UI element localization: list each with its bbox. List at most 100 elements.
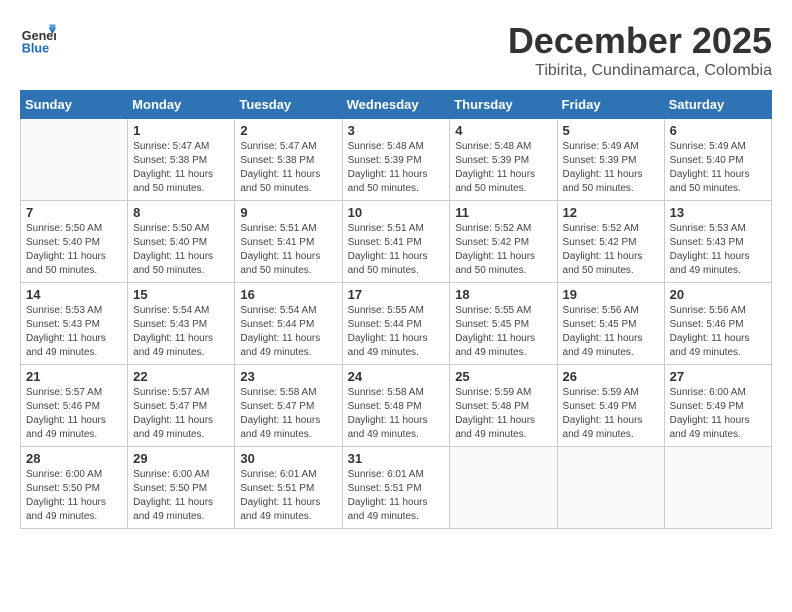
day-info: Sunrise: 5:50 AM Sunset: 5:40 PM Dayligh… xyxy=(133,222,229,278)
day-number: 16 xyxy=(240,287,336,302)
day-number: 4 xyxy=(455,123,551,138)
calendar-cell: 13Sunrise: 5:53 AM Sunset: 5:43 PM Dayli… xyxy=(664,201,771,283)
day-number: 14 xyxy=(26,287,122,302)
calendar-week-5: 28 Sunrise: 6:00 AM Sunset: 5:50 PM Dayli… xyxy=(21,447,772,529)
calendar-cell: 2 Sunrise: 5:47 AM Sunset: 5:38 PM Daylig… xyxy=(235,119,342,201)
calendar-cell: 3 Sunrise: 5:48 AM Sunset: 5:39 PM Daylig… xyxy=(342,119,450,201)
day-number: 19 xyxy=(563,287,659,302)
day-info: Sunrise: 5:58 AM Sunset: 5:48 PM Dayligh… xyxy=(348,386,445,442)
day-number: 25 xyxy=(455,369,551,384)
weekday-header-monday: Monday xyxy=(128,91,235,119)
weekday-header-saturday: Saturday xyxy=(664,91,771,119)
calendar-cell: 20Sunrise: 5:56 AM Sunset: 5:46 PM Dayli… xyxy=(664,283,771,365)
day-number: 28 xyxy=(26,451,122,466)
day-info: Sunrise: 5:51 AM Sunset: 5:41 PM Dayligh… xyxy=(240,222,336,278)
calendar-cell xyxy=(21,119,128,201)
calendar-table: SundayMondayTuesdayWednesdayThursdayFrid… xyxy=(20,90,772,529)
day-number: 2 xyxy=(240,123,336,138)
day-info: Sunrise: 5:59 AM Sunset: 5:49 PM Dayligh… xyxy=(563,386,659,442)
month-title: December 2025 xyxy=(508,20,772,62)
day-number: 12 xyxy=(563,205,659,220)
calendar-cell: 9 Sunrise: 5:51 AM Sunset: 5:41 PM Daylig… xyxy=(235,201,342,283)
day-info: Sunrise: 6:00 AM Sunset: 5:49 PM Dayligh… xyxy=(670,386,766,442)
day-number: 29 xyxy=(133,451,229,466)
day-info: Sunrise: 5:53 AM Sunset: 5:43 PM Dayligh… xyxy=(26,304,122,360)
calendar-cell: 23Sunrise: 5:58 AM Sunset: 5:47 PM Dayli… xyxy=(235,365,342,447)
day-number: 21 xyxy=(26,369,122,384)
day-number: 27 xyxy=(670,369,766,384)
day-info: Sunrise: 5:50 AM Sunset: 5:40 PM Dayligh… xyxy=(26,222,122,278)
day-info: Sunrise: 5:55 AM Sunset: 5:44 PM Dayligh… xyxy=(348,304,445,360)
weekday-header-tuesday: Tuesday xyxy=(235,91,342,119)
calendar-cell xyxy=(557,447,664,529)
page-header: General Blue December 2025 Tibirita, Cun… xyxy=(20,20,772,80)
calendar-cell: 19 Sunrise: 5:56 AM Sunset: 5:45 PM Dayli… xyxy=(557,283,664,365)
day-number: 3 xyxy=(348,123,445,138)
day-number: 1 xyxy=(133,123,229,138)
calendar-cell: 27 Sunrise: 6:00 AM Sunset: 5:49 PM Dayli… xyxy=(664,365,771,447)
weekday-header-sunday: Sunday xyxy=(21,91,128,119)
day-info: Sunrise: 5:55 AM Sunset: 5:45 PM Dayligh… xyxy=(455,304,551,360)
calendar-cell: 25Sunrise: 5:59 AM Sunset: 5:48 PM Dayli… xyxy=(450,365,557,447)
day-info: Sunrise: 5:54 AM Sunset: 5:44 PM Dayligh… xyxy=(240,304,336,360)
weekday-header-wednesday: Wednesday xyxy=(342,91,450,119)
day-number: 31 xyxy=(348,451,445,466)
day-info: Sunrise: 5:48 AM Sunset: 5:39 PM Dayligh… xyxy=(455,140,551,196)
day-info: Sunrise: 5:49 AM Sunset: 5:40 PM Dayligh… xyxy=(670,140,766,196)
calendar-week-3: 14 Sunrise: 5:53 AM Sunset: 5:43 PM Dayli… xyxy=(21,283,772,365)
day-number: 22 xyxy=(133,369,229,384)
calendar-cell: 1 Sunrise: 5:47 AM Sunset: 5:38 PM Daylig… xyxy=(128,119,235,201)
svg-text:Blue: Blue xyxy=(22,41,49,55)
calendar-cell: 4 Sunrise: 5:48 AM Sunset: 5:39 PM Daylig… xyxy=(450,119,557,201)
day-number: 9 xyxy=(240,205,336,220)
weekday-header-friday: Friday xyxy=(557,91,664,119)
calendar-cell: 14 Sunrise: 5:53 AM Sunset: 5:43 PM Dayli… xyxy=(21,283,128,365)
calendar-cell: 8 Sunrise: 5:50 AM Sunset: 5:40 PM Daylig… xyxy=(128,201,235,283)
calendar-cell: 30 Sunrise: 6:01 AM Sunset: 5:51 PM Dayli… xyxy=(235,447,342,529)
day-number: 7 xyxy=(26,205,122,220)
day-info: Sunrise: 5:51 AM Sunset: 5:41 PM Dayligh… xyxy=(348,222,445,278)
day-info: Sunrise: 5:47 AM Sunset: 5:38 PM Dayligh… xyxy=(133,140,229,196)
day-info: Sunrise: 6:00 AM Sunset: 5:50 PM Dayligh… xyxy=(26,468,122,524)
calendar-week-4: 21Sunrise: 5:57 AM Sunset: 5:46 PM Dayli… xyxy=(21,365,772,447)
logo-icon: General Blue xyxy=(20,20,56,56)
calendar-cell: 15Sunrise: 5:54 AM Sunset: 5:43 PM Dayli… xyxy=(128,283,235,365)
weekday-header-thursday: Thursday xyxy=(450,91,557,119)
day-number: 13 xyxy=(670,205,766,220)
day-number: 24 xyxy=(348,369,445,384)
calendar-cell: 12 Sunrise: 5:52 AM Sunset: 5:42 PM Dayli… xyxy=(557,201,664,283)
calendar-cell xyxy=(664,447,771,529)
day-number: 11 xyxy=(455,205,551,220)
day-info: Sunrise: 6:01 AM Sunset: 5:51 PM Dayligh… xyxy=(240,468,336,524)
calendar-cell: 7 Sunrise: 5:50 AM Sunset: 5:40 PM Daylig… xyxy=(21,201,128,283)
calendar-cell: 21Sunrise: 5:57 AM Sunset: 5:46 PM Dayli… xyxy=(21,365,128,447)
day-number: 8 xyxy=(133,205,229,220)
weekday-header-row: SundayMondayTuesdayWednesdayThursdayFrid… xyxy=(21,91,772,119)
calendar-cell: 17Sunrise: 5:55 AM Sunset: 5:44 PM Dayli… xyxy=(342,283,450,365)
day-info: Sunrise: 5:52 AM Sunset: 5:42 PM Dayligh… xyxy=(455,222,551,278)
day-info: Sunrise: 5:47 AM Sunset: 5:38 PM Dayligh… xyxy=(240,140,336,196)
calendar-week-2: 7 Sunrise: 5:50 AM Sunset: 5:40 PM Daylig… xyxy=(21,201,772,283)
day-number: 30 xyxy=(240,451,336,466)
day-info: Sunrise: 5:56 AM Sunset: 5:45 PM Dayligh… xyxy=(563,304,659,360)
day-info: Sunrise: 5:52 AM Sunset: 5:42 PM Dayligh… xyxy=(563,222,659,278)
calendar-cell: 22 Sunrise: 5:57 AM Sunset: 5:47 PM Dayli… xyxy=(128,365,235,447)
calendar-cell: 24 Sunrise: 5:58 AM Sunset: 5:48 PM Dayli… xyxy=(342,365,450,447)
calendar-cell: 16 Sunrise: 5:54 AM Sunset: 5:44 PM Dayli… xyxy=(235,283,342,365)
day-info: Sunrise: 5:49 AM Sunset: 5:39 PM Dayligh… xyxy=(563,140,659,196)
day-info: Sunrise: 6:00 AM Sunset: 5:50 PM Dayligh… xyxy=(133,468,229,524)
day-info: Sunrise: 5:57 AM Sunset: 5:47 PM Dayligh… xyxy=(133,386,229,442)
day-number: 23 xyxy=(240,369,336,384)
day-number: 10 xyxy=(348,205,445,220)
calendar-cell: 28 Sunrise: 6:00 AM Sunset: 5:50 PM Dayli… xyxy=(21,447,128,529)
calendar-cell: 31 Sunrise: 6:01 AM Sunset: 5:51 PM Dayli… xyxy=(342,447,450,529)
calendar-cell: 11 Sunrise: 5:52 AM Sunset: 5:42 PM Dayli… xyxy=(450,201,557,283)
calendar-cell: 29 Sunrise: 6:00 AM Sunset: 5:50 PM Dayli… xyxy=(128,447,235,529)
calendar-cell: 18 Sunrise: 5:55 AM Sunset: 5:45 PM Dayli… xyxy=(450,283,557,365)
day-info: Sunrise: 5:56 AM Sunset: 5:46 PM Dayligh… xyxy=(670,304,766,360)
calendar-cell: 26Sunrise: 5:59 AM Sunset: 5:49 PM Dayli… xyxy=(557,365,664,447)
day-info: Sunrise: 6:01 AM Sunset: 5:51 PM Dayligh… xyxy=(348,468,445,524)
day-number: 18 xyxy=(455,287,551,302)
day-info: Sunrise: 5:48 AM Sunset: 5:39 PM Dayligh… xyxy=(348,140,445,196)
location-subtitle: Tibirita, Cundinamarca, Colombia xyxy=(508,62,772,80)
